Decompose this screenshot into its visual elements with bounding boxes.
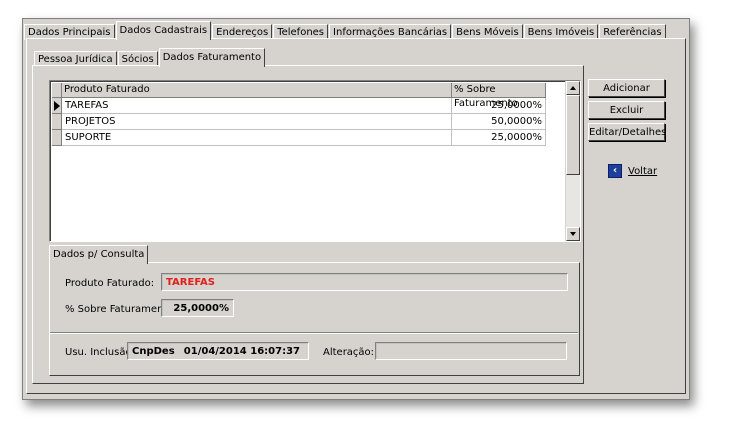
current-row-arrow-icon [54,101,60,111]
consulta-tab-bar: Dados p/ Consulta [49,245,149,264]
cell-produto[interactable]: SUPORTE [62,130,452,146]
usu-inclusao-label: Usu. Inclusão: [65,347,135,358]
table-row[interactable]: PROJETOS 50,0000% [52,114,546,130]
table-row[interactable]: SUPORTE 25,0000% [52,130,546,146]
cell-percentual[interactable]: 25,0000% [452,98,546,114]
usu-inclusao-name: CnpDes [132,346,175,357]
arrow-up-icon [570,86,576,90]
grid-vertical-scrollbar[interactable] [565,81,580,241]
produto-faturado-label: Produto Faturado: [65,278,155,289]
tab-dados-consulta[interactable]: Dados p/ Consulta [49,245,149,264]
percentual-label: % Sobre Faturamento [65,304,174,315]
alteracao-field [375,342,567,360]
scroll-down-button[interactable] [566,227,580,241]
usu-inclusao-field: CnpDes 01/04/2014 16:07:37 [127,342,309,360]
col-header-percentual[interactable]: % Sobre Faturamento [452,83,546,109]
produto-faturado-field: TAREFAS [161,273,568,291]
row-indicator [52,98,62,114]
tab-dados-faturamento[interactable]: Dados Faturamento [158,48,266,67]
cell-produto[interactable]: PROJETOS [62,114,452,130]
delete-button[interactable]: Excluir [588,101,665,119]
scroll-thumb[interactable] [566,95,580,175]
back-label: Voltar [628,165,658,177]
back-button[interactable]: ‹ Voltar [608,164,657,178]
col-header-produto[interactable]: Produto Faturado [62,83,452,97]
cell-percentual[interactable]: 25,0000% [452,130,546,146]
edit-details-button[interactable]: Editar/Detalhes [588,123,666,141]
table-row[interactable]: TAREFAS 25,0000% [52,98,546,114]
row-indicator [52,130,62,146]
percentual-field: 25,0000% [161,299,234,317]
arrow-down-icon [570,232,576,236]
indicator-header [52,83,62,97]
alteracao-label: Alteração: [323,347,375,358]
scroll-up-button[interactable] [566,81,580,95]
add-button[interactable]: Adicionar [588,79,665,97]
cell-produto[interactable]: TAREFAS [62,98,452,114]
cell-percentual[interactable]: 50,0000% [452,114,546,130]
usu-inclusao-datetime: 01/04/2014 16:07:37 [183,346,300,357]
grid-header: Produto Faturado % Sobre Faturamento [52,83,546,109]
row-indicator [52,114,62,130]
separator [50,332,578,334]
faturamento-grid[interactable]: Produto Faturado % Sobre Faturamento TAR… [49,80,581,242]
back-arrow-icon: ‹ [608,164,622,178]
tab-dados-cadastrais[interactable]: Dados Cadastrais [115,21,212,40]
